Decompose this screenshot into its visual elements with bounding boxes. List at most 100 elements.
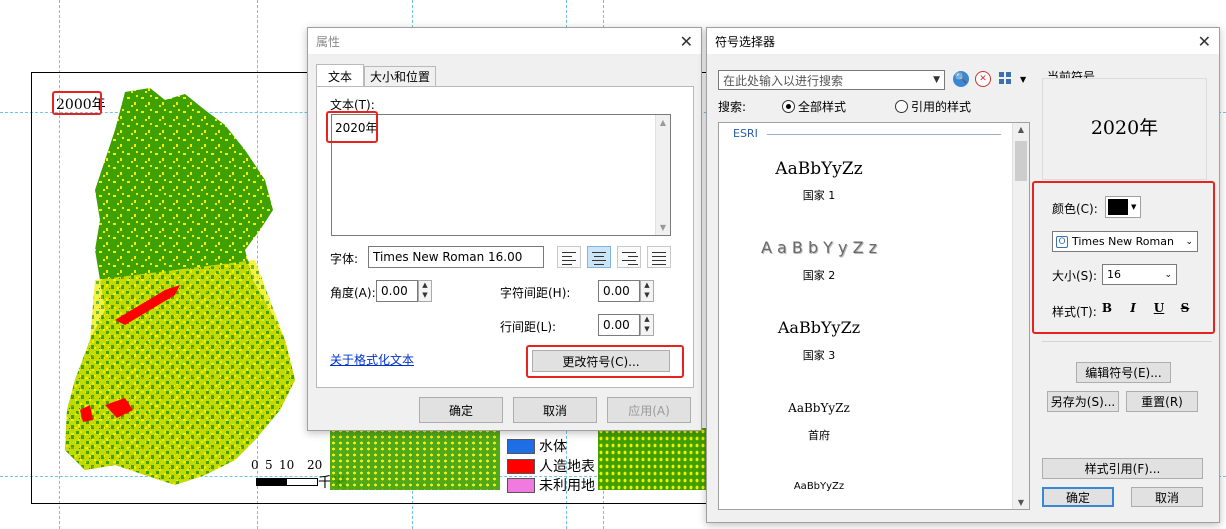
scroll-thumb[interactable] (1015, 141, 1027, 181)
align-justify-button[interactable] (647, 246, 671, 268)
symbol-sample: AaBbYyZz (793, 481, 845, 492)
search-icon[interactable]: 🔍 (953, 71, 969, 87)
text-input[interactable]: 2020年 ▲ ▼ (331, 114, 671, 236)
symbol-name: 国家 2 (802, 269, 836, 282)
properties-dialog: 属性 ✕ 文本 大小和位置 文本(T): 2020年 ▲ ▼ 字体: Times… (307, 27, 702, 431)
radio-referenced-styles[interactable]: 引用的样式 (895, 98, 971, 115)
symbol-selector-dialog: 符号选择器 ✕ 在此处输入以进行搜索 ▼ 🔍 ✕ ▼ 搜索: 全部样式 引用的样… (706, 27, 1220, 523)
scale-bar-numbers: 0 5 10 20 (251, 458, 322, 472)
reset-button[interactable]: 重置(R) (1126, 391, 1198, 412)
preview-text: 2020年 (1090, 117, 1159, 139)
legend-label: 人造地表 (539, 459, 595, 475)
symbol-item[interactable]: AaBbYyZz 国家 3 (719, 318, 919, 363)
symbol-item[interactable]: AaBbYyZz 首府 (719, 401, 919, 443)
gallery-group-label: ESRI (733, 127, 758, 140)
tab-label: 大小和位置 (369, 70, 430, 84)
symbol-sample: AaBbYyZz (788, 401, 850, 415)
tab-size-position[interactable]: 大小和位置 (364, 66, 436, 86)
align-center-button[interactable] (587, 246, 611, 268)
properties-titlebar[interactable]: 属性 ✕ (308, 28, 701, 54)
search-label: 搜索: (718, 100, 747, 114)
divider (1042, 341, 1212, 342)
scale-number: 10 (279, 458, 295, 472)
legend-label: 未利用地 (539, 478, 595, 494)
legend-swatch (507, 477, 535, 493)
symbol-gallery[interactable]: ESRI AaBbYyZz 国家 1 A a B b Y y Z z 国家 2 … (718, 122, 1030, 510)
symbol-name: 国家 1 (802, 189, 836, 202)
scale-number: 5 (265, 458, 273, 472)
radio-label: 全部样式 (798, 100, 847, 114)
symbol-item[interactable]: AaBbYyZz 国家 1 (719, 159, 919, 203)
radio-empty-icon (895, 100, 908, 113)
symbol-name: 国家 3 (802, 349, 836, 362)
chevron-down-icon[interactable]: ▼ (1020, 75, 1026, 84)
char-spacing-field[interactable]: 0.00 (598, 280, 640, 302)
font-label: 字体: (330, 252, 359, 266)
save-as-button[interactable]: 另存为(S)... (1047, 391, 1119, 412)
legend-item: 未利用地 (507, 477, 595, 494)
gallery-scrollbar[interactable]: ▲ ▼ (1012, 123, 1029, 509)
line-spacing-spinner[interactable]: ▲ ▼ (640, 314, 654, 336)
ok-button[interactable]: 确定 (419, 397, 503, 423)
scale-bar (256, 478, 318, 486)
highlight-box (526, 345, 684, 378)
legend-swatch (507, 458, 535, 474)
cancel-button[interactable]: 取消 (513, 397, 597, 423)
align-right-button[interactable] (617, 246, 641, 268)
edit-symbol-button[interactable]: 编辑符号(E)... (1076, 362, 1171, 383)
tab-label: 文本 (327, 69, 352, 84)
text-scrollbar[interactable]: ▲ ▼ (655, 115, 670, 235)
map-strip (598, 428, 706, 490)
char-spacing-label: 字符间距(H): (500, 286, 571, 300)
highlight-box (1032, 181, 1215, 334)
map-strip (330, 428, 500, 490)
view-mode-icon[interactable] (999, 72, 1015, 86)
chevron-down-icon: ▼ (933, 75, 940, 85)
clear-search-icon[interactable]: ✕ (975, 71, 991, 87)
map-region-lower (65, 260, 295, 485)
line-spacing-label: 行间距(L): (500, 320, 557, 334)
legend-item: 水体 (507, 438, 567, 455)
angle-field[interactable]: 0.00 (376, 280, 418, 302)
scale-number: 20 (307, 458, 323, 472)
scale-number: 0 (251, 458, 259, 472)
symbol-search-input[interactable]: 在此处输入以进行搜索 ▼ (718, 70, 945, 90)
dialog-title: 属性 (316, 34, 341, 49)
format-text-link[interactable]: 关于格式化文本 (330, 351, 414, 368)
scroll-up-icon[interactable]: ▲ (1013, 125, 1029, 134)
font-field[interactable]: Times New Roman 16.00 (368, 246, 544, 268)
symbol-preview: 2020年 (1042, 78, 1207, 180)
radio-label: 引用的样式 (911, 100, 972, 114)
symbol-item[interactable]: AaBbYyZz (719, 481, 919, 492)
land-use-map[interactable] (55, 80, 295, 490)
tab-text[interactable]: 文本 (316, 64, 364, 87)
symbol-name: 首府 (808, 429, 830, 442)
align-left-button[interactable] (557, 246, 581, 268)
cancel-button[interactable]: 取消 (1131, 487, 1203, 507)
close-icon[interactable]: ✕ (1198, 32, 1211, 51)
legend-item: 人造地表 (507, 458, 595, 475)
radio-selected-icon (782, 100, 795, 113)
scroll-down-icon[interactable]: ▼ (1013, 498, 1029, 507)
highlight-box (326, 111, 378, 143)
symbol-selector-titlebar[interactable]: 符号选择器 ✕ (707, 28, 1219, 54)
search-placeholder: 在此处输入以进行搜索 (723, 73, 844, 88)
legend-swatch (507, 438, 535, 454)
apply-button[interactable]: 应用(A) (607, 397, 691, 423)
legend-label: 水体 (539, 439, 567, 455)
angle-spinner[interactable]: ▲ ▼ (418, 280, 432, 302)
symbol-sample: AaBbYyZz (775, 159, 863, 179)
char-spacing-spinner[interactable]: ▲ ▼ (640, 280, 654, 302)
angle-label: 角度(A): (330, 286, 376, 300)
tab-panel: 文本(T): 2020年 ▲ ▼ 字体: Times New Roman 16.… (316, 86, 694, 388)
symbol-item[interactable]: A a B b Y y Z z 国家 2 (719, 238, 919, 283)
line-spacing-field[interactable]: 0.00 (598, 314, 640, 336)
highlight-box (52, 91, 102, 115)
symbol-sample: A a B b Y y Z z (760, 238, 878, 257)
ok-button[interactable]: 确定 (1042, 487, 1114, 507)
group-divider (767, 134, 1001, 135)
symbol-sample: AaBbYyZz (777, 318, 861, 337)
close-icon[interactable]: ✕ (680, 32, 693, 51)
style-references-button[interactable]: 样式引用(F)... (1042, 458, 1203, 479)
radio-all-styles[interactable]: 全部样式 (782, 98, 846, 115)
